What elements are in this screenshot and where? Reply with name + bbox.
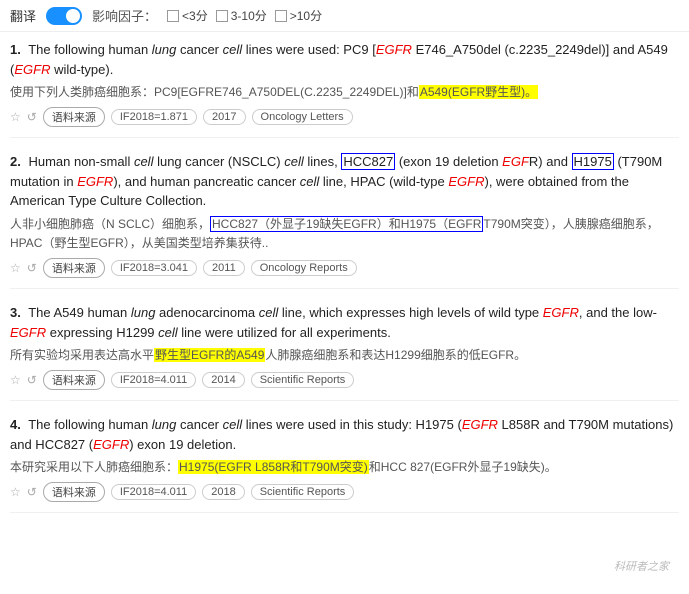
if-tag-3[interactable]: IF2018=4.011 [111,372,196,388]
result-item-4: 4. The following human lung cancer cell … [10,415,679,513]
result-item-3: 3. The A549 human lung adenocarcinoma ce… [10,303,679,401]
source-tag-4[interactable]: 语料来源 [43,482,105,502]
result-1-num: 1. [10,42,21,57]
star-icon-2[interactable]: ☆ [10,261,21,275]
if-tag-1[interactable]: IF2018=1.871 [111,109,197,125]
filter-3to10-label: 3-10分 [231,7,267,24]
journal-tag-2[interactable]: Oncology Reports [251,260,357,276]
top-bar: 翻译 影响因子： <3分 3-10分 >10分 [0,0,689,32]
source-tag-3[interactable]: 语料来源 [43,370,105,390]
result-2-en: 2. Human non-small cell lung cancer (NSC… [10,152,679,211]
result-4-meta: ☆ ↺ 语料来源 IF2018=4.011 2018 Scientific Re… [10,482,679,502]
star-icon-4[interactable]: ☆ [10,485,21,499]
result-1-cn: 使用下列人类肺癌细胞系：PC9[EGFRE746_A750DEL(C.2235_… [10,83,679,102]
result-3-meta: ☆ ↺ 语料来源 IF2018=4.011 2014 Scientific Re… [10,370,679,390]
journal-tag-3[interactable]: Scientific Reports [251,372,355,388]
year-tag-4[interactable]: 2018 [202,484,244,500]
if-filters: <3分 3-10分 >10分 [167,7,322,24]
result-1-en: 1. The following human lung cancer cell … [10,40,679,79]
filter-3to10[interactable]: 3-10分 [216,7,267,24]
source-tag-2[interactable]: 语料来源 [43,258,105,278]
filter-less3-label: <3分 [182,7,208,24]
result-3-en: 3. The A549 human lung adenocarcinoma ce… [10,303,679,342]
refresh-icon-4[interactable]: ↺ [27,485,37,499]
if-tag-4[interactable]: IF2018=4.011 [111,484,196,500]
result-item-1: 1. The following human lung cancer cell … [10,40,679,138]
refresh-icon-1[interactable]: ↺ [27,110,37,124]
refresh-icon-3[interactable]: ↺ [27,373,37,387]
toggle-track[interactable] [46,7,82,25]
toggle-thumb [66,9,80,23]
checkbox-gt10[interactable] [275,10,287,22]
result-3-cn: 所有实验均采用表达高水平野生型EGFR的A549人肺腺癌细胞系和表达H1299细… [10,346,679,365]
result-item-2: 2. Human non-small cell lung cancer (NSC… [10,152,679,289]
results-list: 1. The following human lung cancer cell … [0,32,689,535]
journal-tag-4[interactable]: Scientific Reports [251,484,355,500]
year-tag-1[interactable]: 2017 [203,109,245,125]
result-3-num: 3. [10,305,21,320]
refresh-icon-2[interactable]: ↺ [27,261,37,275]
filter-gt10-label: >10分 [290,7,322,24]
translate-toggle[interactable] [46,7,82,25]
journal-tag-1[interactable]: Oncology Letters [252,109,353,125]
filter-gt10[interactable]: >10分 [275,7,322,24]
result-2-num: 2. [10,154,21,169]
watermark: 科研者之家 [614,558,669,574]
source-tag-1[interactable]: 语料来源 [43,107,105,127]
influence-label: 影响因子： [92,6,157,25]
star-icon-3[interactable]: ☆ [10,373,21,387]
result-4-en: 4. The following human lung cancer cell … [10,415,679,454]
result-2-cn: 人非小细胞肺癌（N SCLC）细胞系，HCC827（外显子19缺失EGFR）和H… [10,215,679,253]
year-tag-3[interactable]: 2014 [202,372,244,388]
result-2-meta: ☆ ↺ 语料来源 IF2018=3.041 2011 Oncology Repo… [10,258,679,278]
checkbox-3to10[interactable] [216,10,228,22]
translate-label: 翻译 [10,6,36,25]
year-tag-2[interactable]: 2011 [203,260,245,276]
checkbox-less3[interactable] [167,10,179,22]
result-4-num: 4. [10,417,21,432]
result-1-meta: ☆ ↺ 语料来源 IF2018=1.871 2017 Oncology Lett… [10,107,679,127]
filter-less3[interactable]: <3分 [167,7,208,24]
result-4-cn: 本研究采用以下人肺癌细胞系：H1975(EGFR L858R和T790M突变)和… [10,458,679,477]
if-tag-2[interactable]: IF2018=3.041 [111,260,197,276]
star-icon-1[interactable]: ☆ [10,110,21,124]
